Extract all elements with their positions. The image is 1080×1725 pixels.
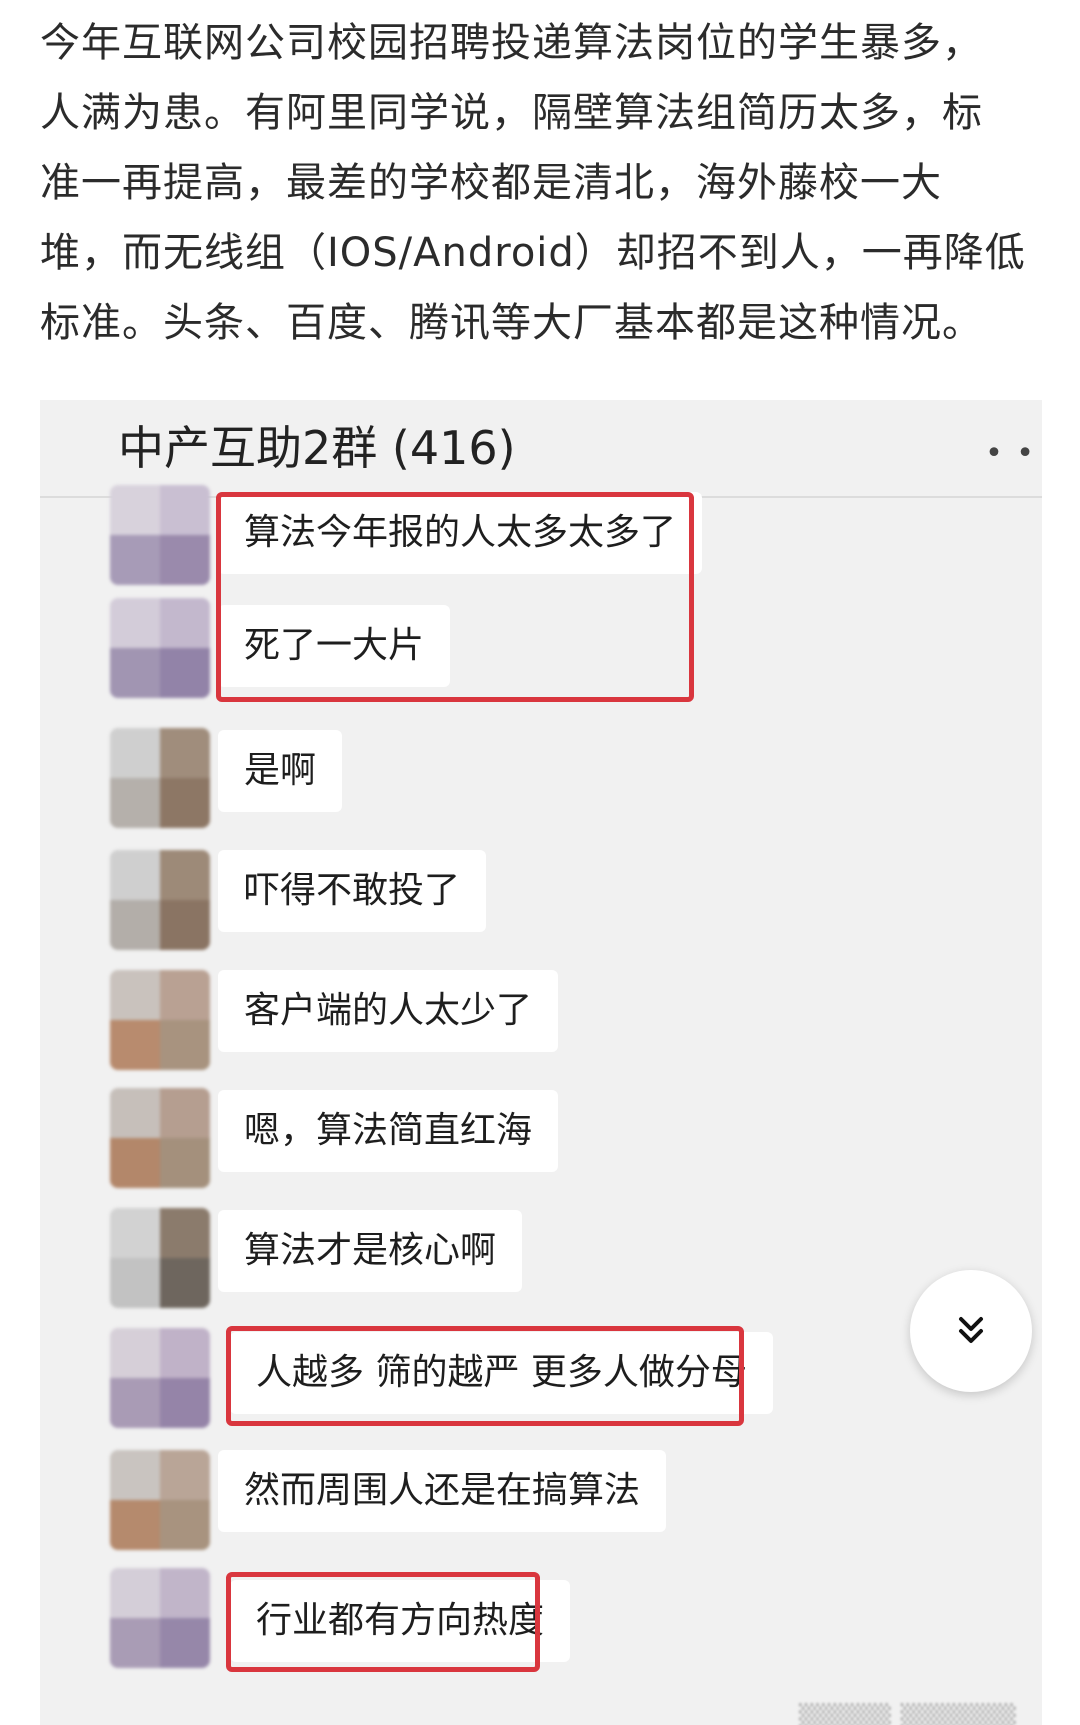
more-dots-icon: • • xyxy=(985,436,1036,471)
watermark: ▒▒▒▒ ▒▒▒▒▒ xyxy=(798,1704,1016,1725)
chat-bubble: 行业都有方向热度 xyxy=(230,1580,571,1662)
avatar xyxy=(110,1328,210,1428)
article-line: 人满为患。有阿里同学说，隔壁算法组简历太多，标 xyxy=(40,90,983,136)
article-line: 堆，而无线组（IOS/Android）却招不到人，一再降低 xyxy=(40,230,1026,276)
chat-bubble: 人越多 筛的越严 更多人做分母 xyxy=(230,1332,773,1414)
avatar xyxy=(110,1208,210,1308)
avatar xyxy=(110,850,210,950)
chat-bubble: 算法今年报的人太多太多了 xyxy=(218,492,703,574)
chat-bubble: 吓得不敢投了 xyxy=(218,850,487,932)
chat-bubble: 嗯，算法简直红海 xyxy=(218,1090,559,1172)
avatar xyxy=(110,598,210,698)
avatar xyxy=(110,1450,210,1550)
avatar xyxy=(110,485,210,585)
group-title: 中产互助2群 (416) xyxy=(118,421,516,475)
chat-header: 中产互助2群 (416) • • xyxy=(40,400,1042,498)
article-line: 标准。头条、百度、腾讯等大厂基本都是这种情况。 xyxy=(40,300,983,346)
article-line: 准一再提高，最差的学校都是清北，海外藤校一大 xyxy=(40,160,942,206)
scroll-to-bottom-button[interactable] xyxy=(910,1270,1032,1392)
avatar xyxy=(110,1088,210,1188)
article-line: 今年互联网公司校园招聘投递算法岗位的学生暴多， xyxy=(40,20,983,66)
chat-bubble: 客户端的人太少了 xyxy=(218,970,559,1052)
chat-bubble: 然而周围人还是在搞算法 xyxy=(218,1450,667,1532)
article-paragraph: 今年互联网公司校园招聘投递算法岗位的学生暴多， 人满为患。有阿里同学说，隔壁算法… xyxy=(40,8,1040,358)
double-chevron-down-icon xyxy=(959,1317,983,1343)
chat-bubble: 算法才是核心啊 xyxy=(218,1210,523,1292)
avatar xyxy=(110,1568,210,1668)
avatar xyxy=(110,728,210,828)
chat-bubble: 是啊 xyxy=(218,730,343,812)
avatar xyxy=(110,970,210,1070)
chat-screenshot-image: 中产互助2群 (416) • • 算法今年报的人太多太多了 死了一大片 是啊 吓… xyxy=(40,400,1042,1725)
chat-bubble: 死了一大片 xyxy=(218,605,451,687)
